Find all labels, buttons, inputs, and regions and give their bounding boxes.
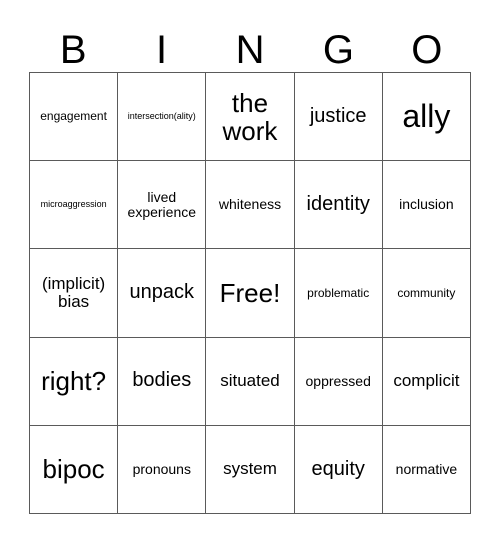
bingo-cell-o-3[interactable]: community xyxy=(382,249,471,338)
bingo-cell-o-5[interactable]: normative xyxy=(382,425,471,514)
bingo-cell-label: the work xyxy=(222,87,278,146)
bingo-cell-o-2[interactable]: inclusion xyxy=(382,161,471,250)
bingo-cell-i-3[interactable]: unpack xyxy=(118,249,207,338)
bingo-cell-i-1[interactable]: intersection(ality) xyxy=(118,73,207,162)
bingo-cell-i-5[interactable]: pronouns xyxy=(118,425,207,514)
bingo-cell-n-4[interactable]: situated xyxy=(206,337,295,426)
bingo-cell-label: whiteness xyxy=(218,196,282,213)
bingo-cell-g-3[interactable]: problematic xyxy=(294,249,383,338)
bingo-cell-label: normative xyxy=(395,460,458,477)
bingo-cell-label: bodies xyxy=(132,369,192,392)
bingo-cell-free-space[interactable]: Free! xyxy=(206,249,295,338)
bingo-cell-label: identity xyxy=(306,192,370,215)
bingo-cell-label: problematic xyxy=(307,285,370,300)
bingo-cell-g-4[interactable]: oppressed xyxy=(294,337,383,426)
bingo-header-letter-b: B xyxy=(59,28,87,72)
bingo-cell-n-2[interactable]: whiteness xyxy=(206,161,295,250)
bingo-cell-label: ally xyxy=(402,98,451,135)
bingo-cell-label: justice xyxy=(309,104,367,127)
bingo-cell-b-4[interactable]: right? xyxy=(30,337,119,426)
bingo-cell-label: intersection(ality) xyxy=(127,110,196,121)
bingo-cell-b-2[interactable]: microaggression xyxy=(30,161,119,250)
bingo-cell-label: engagement xyxy=(40,109,107,124)
bingo-cell-label: system xyxy=(223,459,277,479)
bingo-grid: engagement intersection(ality) the work jus… xyxy=(29,72,471,514)
bingo-cell-n-5[interactable]: system xyxy=(206,425,295,514)
bingo-cell-b-1[interactable]: engagement xyxy=(30,73,119,162)
bingo-cell-label: Free! xyxy=(219,277,281,308)
bingo-cell-g-1[interactable]: justice xyxy=(294,73,383,162)
bingo-cell-i-4[interactable]: bodies xyxy=(118,337,207,426)
bingo-cell-label: community xyxy=(397,285,456,300)
bingo-header-letter-n: N xyxy=(235,28,265,72)
bingo-cell-g-5[interactable]: equity xyxy=(294,425,383,514)
bingo-cell-label: microaggression xyxy=(40,198,107,209)
bingo-cell-o-4[interactable]: complicit xyxy=(382,337,471,426)
bingo-cell-i-2[interactable]: lived experience xyxy=(118,161,207,250)
bingo-header-row: BINGO xyxy=(29,18,471,72)
bingo-cell-label: (implicit) bias xyxy=(41,273,106,311)
bingo-cell-label: pronouns xyxy=(132,460,191,477)
bingo-cell-o-1[interactable]: ally xyxy=(382,73,471,162)
bingo-cell-label: unpack xyxy=(129,281,195,304)
bingo-cell-label: right? xyxy=(41,366,107,397)
bingo-cell-label: oppressed xyxy=(305,372,371,389)
bingo-cell-label: lived experience xyxy=(127,188,197,220)
bingo-cell-n-1[interactable]: the work xyxy=(206,73,295,162)
bingo-header-letter-g: G xyxy=(322,28,354,72)
bingo-cell-label: equity xyxy=(311,457,365,480)
bingo-cell-b-3[interactable]: (implicit) bias xyxy=(30,249,119,338)
bingo-cell-label: bipoc xyxy=(42,454,105,485)
bingo-card: B I N G O engagement intersection(ality) the w… xyxy=(0,0,500,544)
bingo-cell-b-5[interactable]: bipoc xyxy=(30,425,119,514)
bingo-header-letter-o: O xyxy=(411,28,443,72)
bingo-cell-g-2[interactable]: identity xyxy=(294,161,383,250)
bingo-header-letter-i: I xyxy=(156,28,168,72)
bingo-cell-label: situated xyxy=(220,371,280,391)
bingo-cell-label: inclusion xyxy=(399,196,454,213)
bingo-cell-label: complicit xyxy=(393,371,460,391)
